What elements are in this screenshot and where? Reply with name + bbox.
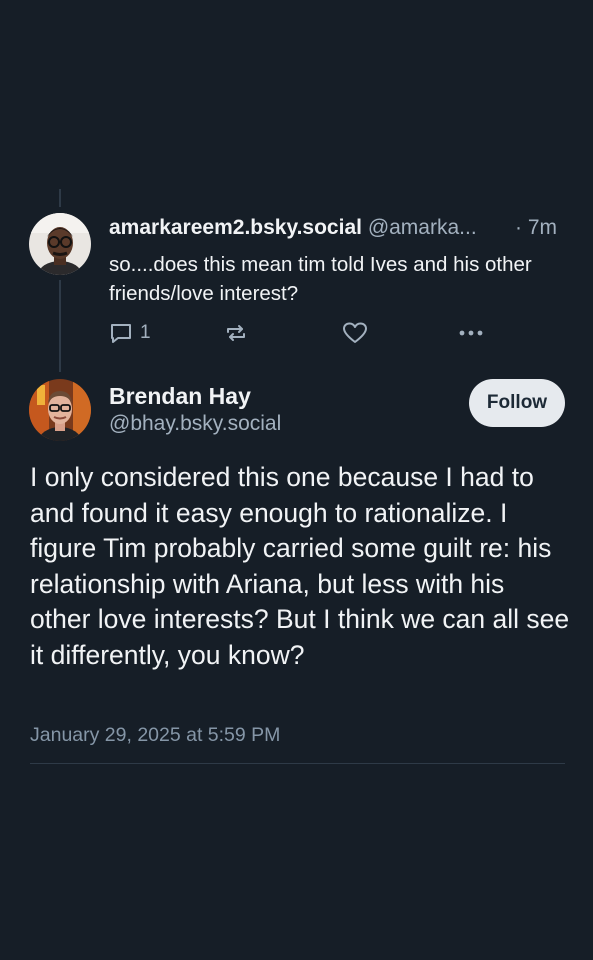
reply-count: 1 bbox=[140, 322, 151, 343]
post-divider bbox=[30, 763, 565, 764]
parent-post-actions: 1 bbox=[109, 318, 489, 348]
main-author-handle[interactable]: @bhay.bsky.social bbox=[109, 410, 281, 438]
follow-button[interactable]: Follow bbox=[469, 379, 565, 427]
reply-button[interactable]: 1 bbox=[109, 318, 151, 348]
parent-author-name[interactable]: amarkareem2.bsky.social bbox=[109, 216, 362, 239]
main-author-avatar[interactable] bbox=[29, 379, 91, 441]
heart-icon bbox=[342, 321, 368, 345]
main-author-name[interactable]: Brendan Hay bbox=[109, 381, 251, 411]
parent-post-time: · 7m bbox=[515, 216, 557, 239]
parent-post-header: amarkareem2.bsky.social @amarka... · 7m bbox=[109, 214, 569, 242]
reply-icon bbox=[109, 321, 133, 345]
repost-button[interactable] bbox=[224, 318, 248, 348]
parent-author-handle[interactable]: @amarka... bbox=[368, 216, 477, 239]
more-icon bbox=[458, 329, 484, 337]
like-button[interactable] bbox=[342, 318, 368, 348]
main-post-timestamp: January 29, 2025 at 5:59 PM bbox=[30, 724, 281, 746]
parent-author-avatar[interactable] bbox=[29, 213, 91, 275]
thread-line-connector bbox=[59, 280, 61, 372]
parent-post-text[interactable]: so....does this mean tim told Ives and h… bbox=[109, 250, 559, 308]
repost-icon bbox=[224, 321, 248, 345]
main-post-text[interactable]: I only considered this one because I had… bbox=[30, 460, 570, 674]
thread-line-top bbox=[59, 189, 61, 207]
more-options-button[interactable] bbox=[458, 318, 484, 348]
